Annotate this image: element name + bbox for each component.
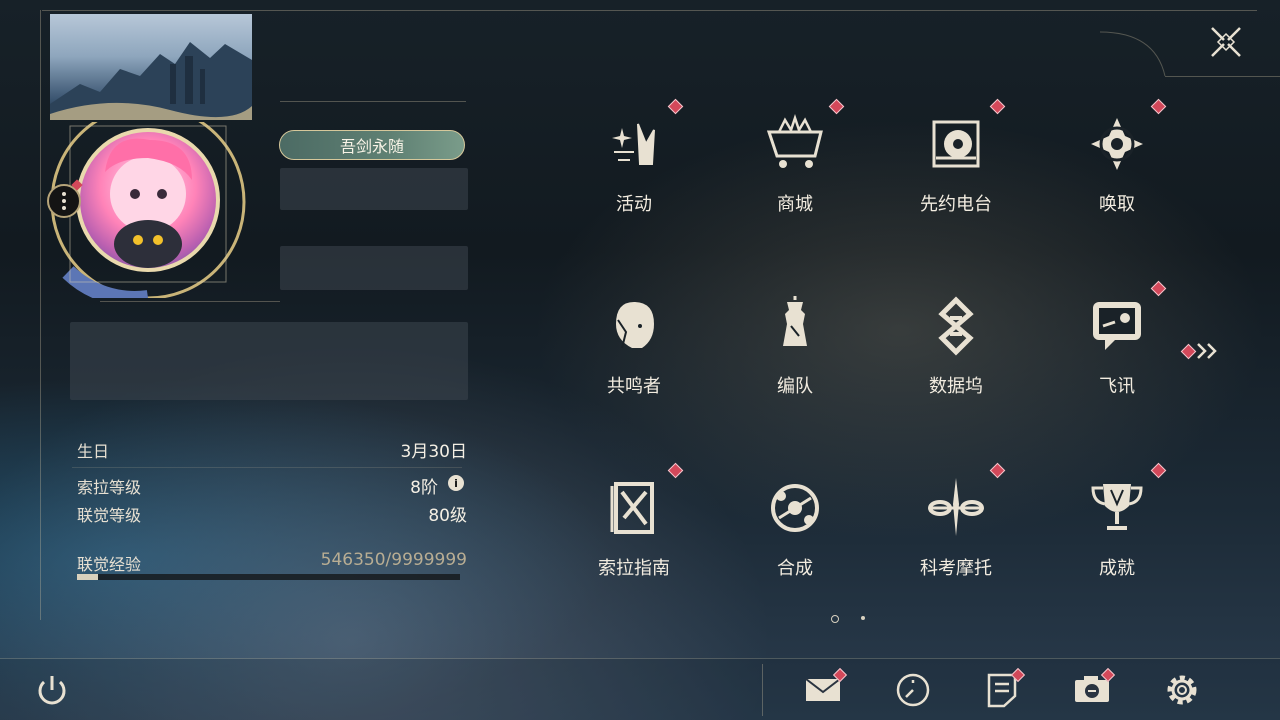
settings-button[interactable] [1160, 668, 1204, 712]
union-exp-label: 联觉经验 [77, 555, 142, 574]
union-level-value: 80级 [428, 506, 467, 526]
mail-button[interactable] [802, 667, 848, 712]
notification-badge [667, 98, 684, 115]
avatar-divider [100, 301, 280, 302]
double-chevron-right-icon [1197, 343, 1217, 359]
union-exp-bar [77, 574, 460, 580]
notification-badge [1150, 462, 1167, 479]
next-page-button[interactable] [1180, 340, 1222, 362]
menu-tile-label: 成就 [1099, 558, 1135, 579]
menu-tile-guide-book[interactable]: 索拉指南 [554, 460, 714, 620]
menu-tile-sparkle-event[interactable]: 活动 [554, 96, 714, 256]
frame-corner-line [1165, 76, 1280, 77]
shop-cart-icon [765, 114, 825, 174]
page-indicator-2[interactable] [861, 616, 865, 620]
camera-button[interactable] [1070, 667, 1116, 712]
notification-badge [1150, 98, 1167, 115]
bottom-bar-divider [762, 664, 763, 716]
menu-tile-shop-cart[interactable]: 商城 [715, 96, 875, 256]
menu-tile-label: 数据坞 [929, 376, 983, 397]
chess-team-icon [765, 296, 825, 356]
union-exp-value: 546350/9999999 [320, 550, 467, 570]
birthday-label: 生日 [77, 442, 110, 461]
player-name-badge[interactable]: 吾剑永随 [279, 130, 465, 160]
menu-tile-message-chat[interactable]: 飞讯 [1037, 278, 1197, 438]
hidden-signature-field [280, 168, 468, 210]
motorcycle-icon [926, 478, 986, 538]
menu-tile-label: 合成 [777, 558, 813, 579]
menu-tile-chess-team[interactable]: 编队 [715, 278, 875, 438]
info-icon[interactable]: i [448, 475, 464, 491]
notification-badge [828, 98, 845, 115]
menu-tile-label: 活动 [616, 194, 652, 215]
menu-tile-label: 科考摩托 [920, 558, 992, 579]
frame-corner-curve [1100, 31, 1166, 77]
stat-divider [72, 467, 462, 468]
menu-tile-label: 唤取 [1099, 194, 1135, 215]
avatar[interactable] [76, 128, 220, 272]
power-button[interactable] [30, 668, 74, 712]
sparkle-event-icon [604, 114, 664, 174]
menu-tile-trophy[interactable]: 成就 [1037, 460, 1197, 620]
close-x-icon[interactable] [1204, 20, 1248, 64]
settings-gear-icon [1167, 675, 1197, 705]
menu-tile-label: 商城 [777, 194, 813, 215]
union-exp-fill [77, 574, 98, 580]
clock-button[interactable] [891, 668, 935, 712]
frame-top-line [42, 10, 1257, 11]
guide-book-icon [604, 478, 664, 538]
menu-tile-data-dock[interactable]: 数据坞 [876, 278, 1036, 438]
notification-badge [667, 462, 684, 479]
player-name: 吾剑永随 [339, 137, 404, 156]
notification-badge [989, 98, 1006, 115]
notification-badge [1150, 280, 1167, 297]
next-page-badge [1180, 343, 1197, 360]
name-divider [280, 101, 466, 102]
notes-button[interactable] [980, 667, 1026, 712]
sola-level-value: 8阶 [410, 478, 438, 498]
menu-tile-synthesis[interactable]: 合成 [715, 460, 875, 620]
menu-tile-summon-compass[interactable]: 唤取 [1037, 96, 1197, 256]
synthesis-icon [765, 478, 825, 538]
resonator-portrait-icon [604, 296, 664, 356]
more-dots-icon [62, 191, 66, 212]
clock-icon [896, 673, 930, 707]
radio-record-icon [926, 114, 986, 174]
menu-tile-radio-record[interactable]: 先约电台 [876, 96, 1036, 256]
union-level-label: 联觉等级 [77, 506, 142, 525]
menu-tile-label: 先约电台 [920, 194, 992, 215]
summon-compass-icon [1087, 114, 1147, 174]
message-chat-icon [1087, 296, 1147, 356]
data-dock-icon [926, 296, 986, 356]
menu-tile-label: 飞讯 [1099, 376, 1135, 397]
frame-left-line [40, 10, 41, 620]
birthday-value: 3月30日 [400, 442, 467, 462]
hidden-id-field [280, 246, 468, 290]
menu-tile-label: 索拉指南 [598, 558, 670, 579]
profile-banner [50, 14, 252, 120]
menu-tile-motorcycle[interactable]: 科考摩托 [876, 460, 1036, 620]
menu-tile-resonator-portrait[interactable]: 共鸣者 [554, 278, 714, 438]
page-indicator-1[interactable] [831, 615, 839, 623]
hidden-bio-field [70, 322, 468, 400]
menu-tile-label: 共鸣者 [607, 376, 661, 397]
trophy-icon [1087, 478, 1147, 538]
power-icon [38, 676, 66, 705]
menu-tile-label: 编队 [777, 376, 813, 397]
sola-level-label: 索拉等级 [77, 478, 142, 497]
notification-badge [989, 462, 1006, 479]
